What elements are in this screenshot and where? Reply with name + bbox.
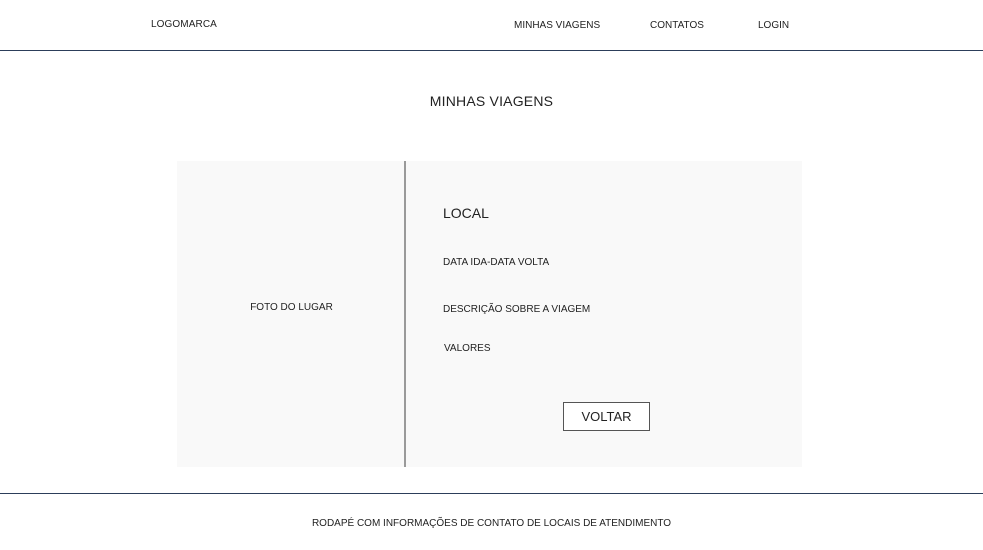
trip-values: VALORES <box>444 343 491 354</box>
nav-link-my-trips[interactable]: MINHAS VIAGENS <box>514 20 600 31</box>
site-header: LOGOMARCA MINHAS VIAGENS CONTATOS LOGIN <box>0 0 983 51</box>
trip-card: FOTO DO LUGAR LOCAL DATA IDA-DATA VOLTA … <box>177 161 802 467</box>
footer-text: RODAPÉ COM INFORMAÇÕES DE CONTATO DE LOC… <box>311 518 672 529</box>
back-button[interactable]: VOLTAR <box>563 402 650 431</box>
page-title: MINHAS VIAGENS <box>429 93 554 109</box>
trip-location: LOCAL <box>443 205 489 221</box>
trip-dates: DATA IDA-DATA VOLTA <box>443 257 550 268</box>
nav-link-contacts[interactable]: CONTATOS <box>650 20 704 31</box>
trip-description: DESCRIÇÃO SOBRE A VIAGEM <box>443 304 591 315</box>
page: LOGOMARCA MINHAS VIAGENS CONTATOS LOGIN … <box>0 0 983 550</box>
nav-link-login[interactable]: LOGIN <box>758 20 789 31</box>
logo[interactable]: LOGOMARCA <box>151 19 217 30</box>
place-photo: FOTO DO LUGAR <box>177 161 406 467</box>
site-footer: RODAPÉ COM INFORMAÇÕES DE CONTATO DE LOC… <box>0 493 983 550</box>
place-photo-label: FOTO DO LUGAR <box>250 302 333 313</box>
